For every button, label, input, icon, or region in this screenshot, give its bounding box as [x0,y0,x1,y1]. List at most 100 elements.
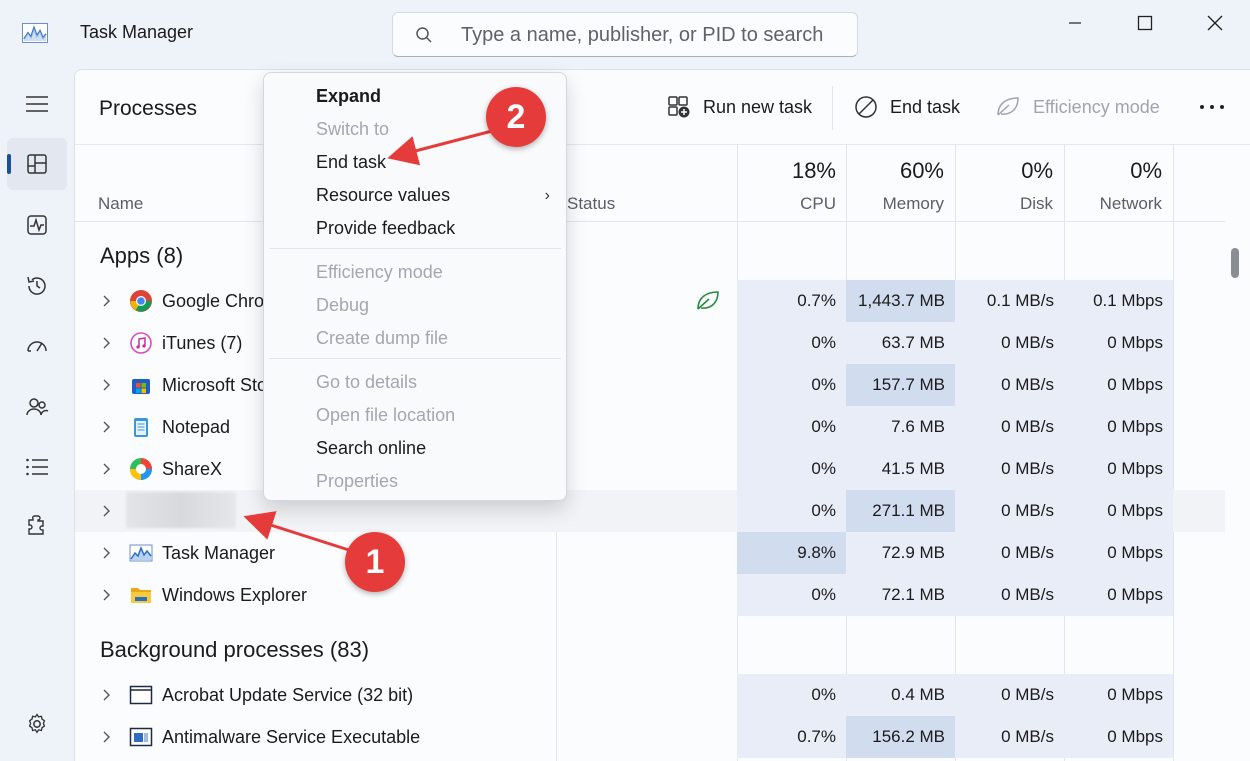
run-new-task-button[interactable]: Run new task [667,92,812,122]
hamburger-icon [26,96,48,112]
run-new-task-icon [668,96,690,118]
cpu-cell: 0.7% [737,280,846,322]
process-row[interactable]: Task Manager 9.8% 72.9 MB 0 MB/s 0 Mbps [75,532,1225,574]
memory-cell: 72.1 MB [846,574,955,616]
nav-services[interactable] [7,499,67,551]
microsoft-store-icon [129,373,153,397]
process-row[interactable]: Google Chro 0.7% 1,443.7 MB 0.1 MB/s 0.1 Mbp… [75,280,1225,322]
annotation-badge-1: 1 [345,532,405,592]
cpu-cell: 0% [737,322,846,364]
performance-icon [27,215,47,235]
menu-item-search-online[interactable]: Search online [264,432,566,465]
disk-cell: 0 MB/s [955,406,1064,448]
menu-item-label: Create dump file [316,328,449,348]
disk-cell: 0 MB/s [955,448,1064,490]
more-horizontal-icon [1200,105,1224,109]
processes-icon [27,154,47,174]
hamburger-menu-button[interactable] [7,78,67,130]
chevron-right-icon[interactable] [100,377,114,393]
chevron-right-icon[interactable] [100,729,114,745]
chevron-right-icon[interactable] [100,293,114,309]
chevron-right-icon[interactable] [100,687,114,703]
network-total: 0% [1130,158,1162,183]
notepad-icon [129,415,153,439]
memory-cell: 72.9 MB [846,532,955,574]
nav-startup-apps[interactable] [7,320,67,372]
network-cell: 0 Mbps [1064,674,1173,716]
menu-item-label: Switch to [316,119,390,139]
header-bottom-border [75,221,1225,222]
network-label: Network [1099,194,1162,213]
menu-item-label: Open file location [316,405,456,425]
close-button[interactable] [1180,0,1250,46]
menu-item-provide-feedback[interactable]: Provide feedback [264,212,566,245]
chevron-right-icon[interactable] [100,503,114,519]
network-cell: 0.1 Mbps [1064,280,1173,322]
process-row[interactable]: Notepad 0% 7.6 MB 0 MB/s 0 Mbps [75,406,1225,448]
chevron-right-icon[interactable] [100,461,114,477]
chevron-right-icon[interactable] [100,335,114,351]
nav-details[interactable] [7,441,67,493]
leaf-icon [997,97,1019,116]
nav-settings[interactable] [7,698,67,750]
menu-separator [269,358,561,359]
search-icon [416,27,432,43]
chevron-right-icon[interactable] [100,587,114,603]
process-row[interactable]: iTunes (7) 0% 63.7 MB 0 MB/s 0 Mbps [75,322,1225,364]
defender-app-icon [129,725,153,749]
process-row[interactable]: Antimalware Service Executable 0.7% 156.2 … [75,716,1225,758]
process-row[interactable]: Microsoft Sto 0% 157.7 MB 0 MB/s 0 Mbps [75,364,1225,406]
process-name: Windows Explorer [162,585,308,605]
cpu-cell: 0% [737,448,846,490]
menu-item-open-file-location: Open file location [264,399,566,432]
chevron-right-icon[interactable] [100,419,114,435]
menu-item-label: Expand [316,86,382,106]
services-puzzle-icon [28,515,44,535]
toolbar-bottom-border [75,144,1250,145]
end-task-button[interactable]: End task [854,92,960,122]
menu-item-end-task[interactable]: End task [264,146,566,179]
process-row[interactable]: Acrobat Update Service (32 bit) 0% 0.4 MB 0… [75,674,1225,716]
processes-panel: Processes Run new task End task Efficien… [74,69,1250,761]
chevron-right-icon[interactable] [100,545,114,561]
column-name[interactable]: Name [98,194,143,214]
process-name: Antimalware Service Executable [162,727,421,747]
column-status[interactable]: Status [567,194,615,214]
more-options-button[interactable] [1199,94,1225,120]
menu-item-resource-values[interactable]: Resource values › [264,179,566,212]
nav-performance[interactable] [7,199,67,251]
search-box[interactable] [392,12,858,57]
search-input[interactable] [461,21,841,49]
minimize-button[interactable] [1040,0,1110,46]
disk-cell: 0 MB/s [955,574,1064,616]
process-row[interactable]: 0% 271.1 MB 0 MB/s 0 Mbps [75,490,1225,532]
process-name: Task Manager [162,543,276,563]
title-bar: Task Manager [0,0,1250,68]
vertical-scrollbar[interactable] [1231,248,1239,278]
nav-users[interactable] [7,381,67,433]
cpu-cell: 0% [737,674,846,716]
redacted-process-name [126,492,236,528]
memory-label: Memory [882,194,944,213]
nav-processes[interactable] [7,138,67,190]
background-section-title: Background processes (83) [100,637,370,662]
memory-cell: 0.4 MB [846,674,955,716]
toolbar-divider [832,86,833,130]
nav-app-history[interactable] [7,260,67,312]
apps-section-title: Apps (8) [100,243,184,268]
details-list-icon [26,458,48,476]
task-manager-icon [129,541,153,565]
process-name: Microsoft Sto [162,375,268,395]
efficiency-mode-label: Efficiency mode [1033,96,1160,117]
efficiency-mode-button[interactable]: Efficiency mode [995,92,1160,122]
maximize-button[interactable] [1110,0,1180,46]
maximize-icon [1137,15,1153,31]
memory-cell: 41.5 MB [846,448,955,490]
memory-cell: 157.7 MB [846,364,955,406]
process-row[interactable]: Windows Explorer 0% 72.1 MB 0 MB/s 0 Mbps [75,574,1225,616]
memory-cell: 271.1 MB [846,490,955,532]
menu-item-label: Properties [316,471,399,491]
efficiency-leaf-icon [697,291,719,310]
process-row[interactable]: ShareX 0% 41.5 MB 0 MB/s 0 Mbps [75,448,1225,490]
cpu-cell: 9.8% [737,532,846,574]
